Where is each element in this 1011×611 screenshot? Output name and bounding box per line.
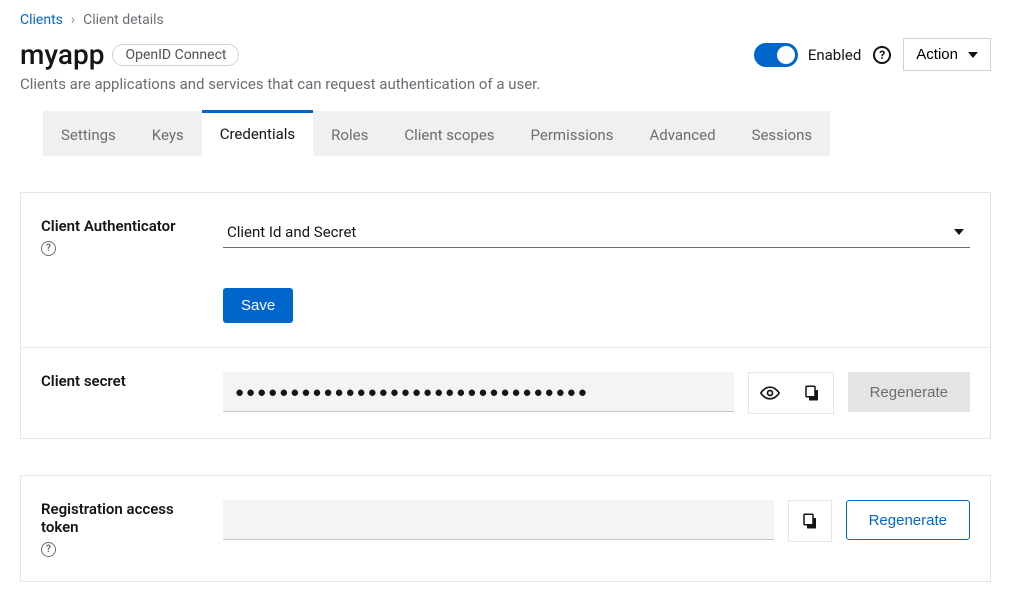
registration-token-card: Registration access token ? Regenerate [20,475,991,582]
tab-advanced[interactable]: Advanced [631,111,733,156]
eye-icon [760,383,780,403]
enabled-label: Enabled [808,46,861,64]
chevron-down-icon [954,229,964,235]
registration-token-label: Registration access token [41,500,203,536]
tab-settings[interactable]: Settings [43,111,134,156]
tabs: Settings Keys Credentials Roles Client s… [20,111,991,156]
protocol-badge: OpenID Connect [112,44,239,66]
enabled-toggle[interactable] [754,43,798,67]
breadcrumb: Clients › Client details [20,12,991,28]
breadcrumb-current: Client details [83,12,164,28]
credentials-card: Client Authenticator ? Client Id and Sec… [20,192,991,439]
registration-token-input[interactable] [223,500,774,540]
copy-token-button[interactable] [789,501,831,541]
client-authenticator-select[interactable]: Client Id and Secret [223,217,970,248]
page-title: myapp [20,38,104,71]
tab-permissions[interactable]: Permissions [513,111,632,156]
reveal-secret-button[interactable] [749,373,791,413]
client-secret-input[interactable] [223,372,734,412]
chevron-down-icon [968,52,978,58]
tab-credentials[interactable]: Credentials [202,110,313,156]
tab-keys[interactable]: Keys [134,111,202,156]
chevron-right-icon: › [71,12,75,28]
copy-secret-button[interactable] [791,373,833,413]
client-secret-label: Client secret [41,372,203,390]
page-subtitle: Clients are applications and services th… [20,75,991,93]
tab-roles[interactable]: Roles [313,111,386,156]
save-button[interactable]: Save [223,288,293,323]
tab-sessions[interactable]: Sessions [734,111,831,156]
breadcrumb-root-link[interactable]: Clients [20,12,63,28]
help-icon[interactable]: ? [41,241,56,256]
help-icon[interactable]: ? [873,46,891,64]
action-dropdown[interactable]: Action [903,38,991,71]
copy-icon [803,384,821,402]
regenerate-secret-button[interactable]: Regenerate [848,372,970,412]
copy-icon [801,512,819,530]
tab-client-scopes[interactable]: Client scopes [386,111,512,156]
client-authenticator-label: Client Authenticator [41,217,176,235]
help-icon[interactable]: ? [41,542,56,557]
regenerate-token-button[interactable]: Regenerate [846,500,970,540]
